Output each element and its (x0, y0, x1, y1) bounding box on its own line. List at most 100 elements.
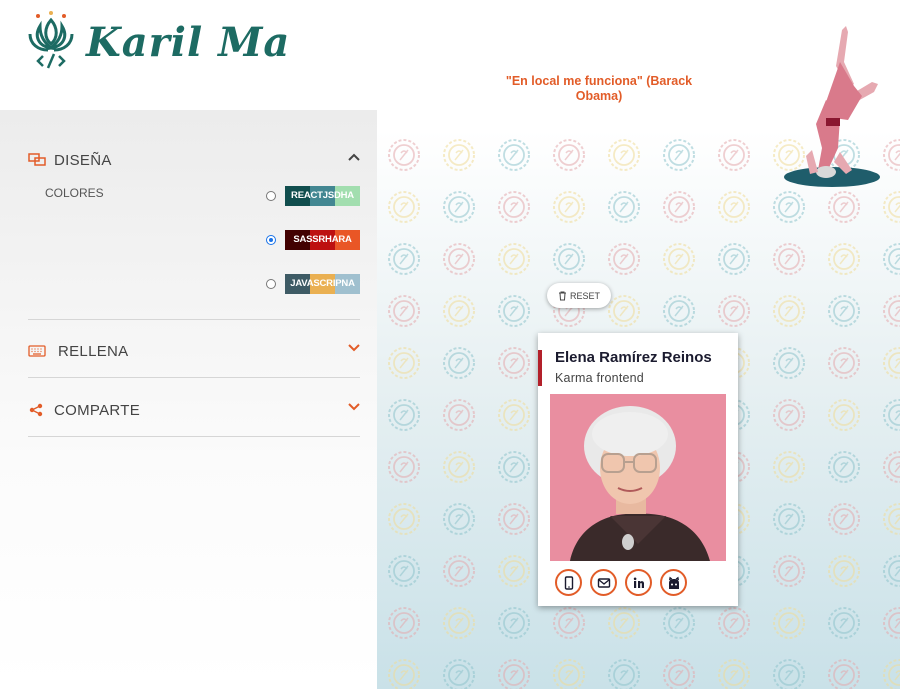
pattern-motif (498, 555, 530, 587)
pattern-motif (388, 191, 420, 223)
pattern-motif (883, 503, 900, 535)
pattern-motif (498, 295, 530, 327)
brand-name: Karil Ma (86, 18, 291, 66)
palette-1-swatches[interactable]: REACTJSDHA (285, 186, 360, 206)
palette-1-radio[interactable] (266, 191, 276, 201)
pattern-motif (828, 399, 860, 431)
palette-2-swatches[interactable]: SASSRHARA (285, 230, 360, 250)
pattern-motif (553, 191, 585, 223)
pattern-motif (718, 191, 750, 223)
linkedin-link[interactable] (625, 569, 652, 596)
pattern-motif (443, 191, 475, 223)
pattern-motif (443, 659, 475, 689)
pattern-motif (718, 139, 750, 171)
pattern-motif (498, 139, 530, 171)
business-card: Elena Ramírez Reinos Karma frontend (538, 333, 738, 606)
pattern-motif (663, 659, 695, 689)
pattern-motif (608, 139, 640, 171)
palette-2-radio[interactable] (266, 235, 276, 245)
pattern-motif (883, 243, 900, 275)
palette-3-swatches[interactable]: JAVASCRIPNA (285, 274, 360, 294)
pattern-motif (388, 503, 420, 535)
header-quote: "En local me funciona" (Barack Obama) (505, 74, 693, 103)
trash-icon (558, 291, 566, 300)
yoga-figure-image (784, 26, 880, 187)
pattern-motif (553, 659, 585, 689)
palette-3-label: JAVASCRIPNA (290, 278, 355, 289)
github-link[interactable] (660, 569, 687, 596)
pattern-motif (773, 347, 805, 379)
card-accent-bar (538, 350, 542, 386)
phone-link[interactable] (555, 569, 582, 596)
palette-option-2[interactable]: SASSRHARA (266, 230, 360, 250)
pattern-motif (883, 347, 900, 379)
object-group-icon (28, 153, 46, 166)
palette-option-1[interactable]: REACTJSDHA (266, 186, 360, 206)
colors-label: COLORES (45, 186, 104, 200)
pattern-motif (828, 659, 860, 689)
pattern-motif (443, 503, 475, 535)
pattern-motif (498, 191, 530, 223)
pattern-motif (388, 399, 420, 431)
reset-button[interactable]: RESET (547, 283, 611, 308)
pattern-motif (608, 243, 640, 275)
design-section[interactable]: DISEÑA (28, 148, 360, 172)
reset-label: RESET (569, 290, 600, 301)
divider (28, 436, 360, 437)
pattern-motif (388, 347, 420, 379)
pattern-motif (608, 191, 640, 223)
pattern-motif (443, 399, 475, 431)
pattern-motif (443, 139, 475, 171)
pattern-motif (718, 295, 750, 327)
pattern-motif (553, 243, 585, 275)
palette-3-radio[interactable] (266, 279, 276, 289)
pattern-motif (883, 295, 900, 327)
share-section[interactable]: COMPARTE (28, 398, 360, 422)
pattern-motif (498, 607, 530, 639)
pattern-motif (663, 243, 695, 275)
palette-option-3[interactable]: JAVASCRIPNA (266, 274, 360, 294)
email-link[interactable] (590, 569, 617, 596)
pattern-motif (773, 191, 805, 223)
pattern-motif (718, 607, 750, 639)
pattern-motif (773, 399, 805, 431)
pattern-motif (773, 555, 805, 587)
fill-section-title: RELLENA (58, 342, 129, 360)
pattern-motif (388, 295, 420, 327)
pattern-motif (773, 607, 805, 639)
pattern-motif (828, 607, 860, 639)
logo[interactable]: Karil Ma (26, 10, 290, 74)
divider (28, 377, 360, 378)
pattern-motif (718, 243, 750, 275)
share-section-header[interactable]: COMPARTE (28, 398, 360, 422)
chevron-down-icon[interactable] (348, 402, 360, 412)
pattern-motif (498, 347, 530, 379)
pattern-motif (773, 295, 805, 327)
pattern-motif (883, 555, 900, 587)
pattern-motif (443, 451, 475, 483)
card-job: Karma frontend (555, 371, 644, 385)
pattern-motif (828, 295, 860, 327)
fill-section[interactable]: RELLENA (28, 339, 360, 363)
pattern-motif (773, 451, 805, 483)
chevron-down-icon[interactable] (348, 343, 360, 353)
github-icon (668, 576, 679, 589)
keyboard-icon (28, 345, 46, 357)
pattern-motif (553, 607, 585, 639)
design-section-title: DISEÑA (54, 151, 112, 169)
chevron-up-icon[interactable] (348, 152, 360, 162)
design-section-header[interactable]: DISEÑA (28, 148, 360, 172)
palette-1-label: REACTJSDHA (291, 190, 354, 201)
pattern-motif (828, 555, 860, 587)
card-name: Elena Ramírez Reinos (555, 349, 712, 366)
pattern-motif (608, 295, 640, 327)
pattern-motif (498, 503, 530, 535)
fill-section-header[interactable]: RELLENA (28, 339, 360, 363)
pattern-motif (828, 503, 860, 535)
pattern-motif (773, 503, 805, 535)
share-icon (29, 403, 43, 417)
mail-icon (597, 577, 610, 588)
pattern-motif (498, 243, 530, 275)
pattern-motif (883, 607, 900, 639)
pattern-motif (828, 243, 860, 275)
